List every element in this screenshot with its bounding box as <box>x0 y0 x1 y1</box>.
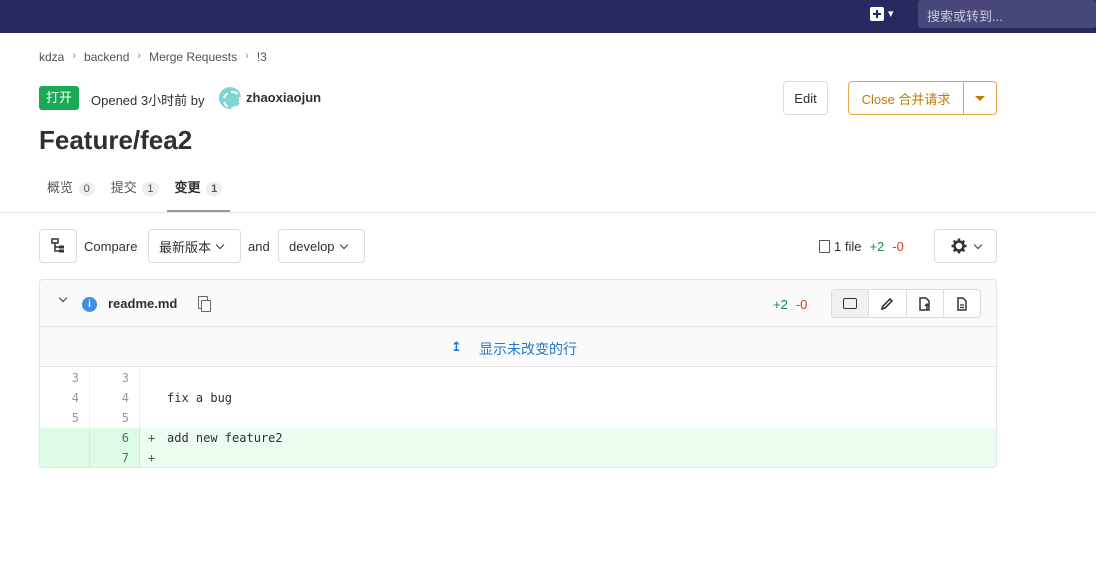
file-upload-icon <box>918 296 930 311</box>
diff-line: 5 5 <box>40 408 996 428</box>
caret-down-icon <box>975 95 985 101</box>
opened-text: Opened 3小时前 by <box>91 93 205 108</box>
new-line-number[interactable]: 3 <box>90 368 140 388</box>
search-input[interactable]: 搜索或转到... <box>918 0 1096 28</box>
author-link[interactable]: zhaoxiaojun <box>246 90 321 105</box>
line-content: fix a bug <box>167 391 233 405</box>
source-version-value: 最新版本 <box>159 239 212 255</box>
added-marker: + <box>148 451 156 465</box>
new-item-icon[interactable] <box>870 7 884 21</box>
comment-icon <box>843 298 858 309</box>
new-line-number[interactable]: 7 <box>90 448 140 467</box>
new-line-number[interactable]: 5 <box>90 408 140 428</box>
page-title: Feature/fea2 <box>39 125 193 155</box>
target-branch-dropdown[interactable]: develop <box>278 229 365 263</box>
info-icon: i <box>82 297 97 312</box>
tabs-divider <box>0 212 1096 213</box>
file-icon <box>819 240 830 253</box>
compare-label: Compare <box>84 239 138 254</box>
old-line-number[interactable]: 3 <box>40 368 90 388</box>
diff-file-header: i readme.md +2 -0 <box>40 280 996 327</box>
gear-icon <box>951 238 966 254</box>
breadcrumb-item[interactable]: !3 <box>257 50 267 64</box>
expand-up-icon: ↥ <box>451 339 462 354</box>
toggle-comments-button[interactable] <box>832 290 870 317</box>
chevron-right-icon: › <box>245 50 249 62</box>
tab-label: 概览 <box>47 180 74 195</box>
pencil-icon <box>881 297 894 310</box>
breadcrumb-item[interactable]: Merge Requests <box>149 50 237 64</box>
tab-overview[interactable]: 概览 0 <box>39 172 103 212</box>
target-branch-value: develop <box>289 238 335 254</box>
expand-unchanged-lines[interactable]: ↥ 显示未改变的行 <box>40 327 996 367</box>
tab-label: 提交 <box>110 180 137 195</box>
file-additions: +2 <box>773 297 788 312</box>
file-count[interactable]: 1 file <box>819 239 861 254</box>
old-line-number[interactable]: 4 <box>40 388 90 408</box>
file-tree-icon <box>51 238 64 253</box>
diff-line-added: 7 + <box>40 448 996 467</box>
source-version-dropdown[interactable]: 最新版本 <box>148 229 241 263</box>
file-diff-stats: +2 -0 <box>773 297 807 312</box>
deletions-count: -0 <box>892 239 904 254</box>
diff-filename[interactable]: readme.md <box>108 296 177 311</box>
old-line-number[interactable] <box>40 448 90 467</box>
diff-file: i readme.md +2 -0 ↥ 显示未改变的行 3 3 4 4 fix … <box>39 279 997 468</box>
new-line-number[interactable]: 4 <box>90 388 140 408</box>
tab-commits[interactable]: 提交 1 <box>103 172 167 212</box>
avatar[interactable] <box>219 87 241 109</box>
diff-line: 3 3 <box>40 368 996 388</box>
diff-line: 4 4 fix a bug <box>40 388 996 408</box>
file-deletions: -0 <box>795 297 808 312</box>
status-badge: 打开 <box>39 86 80 110</box>
additions-count: +2 <box>869 239 885 254</box>
chevron-down-icon <box>215 240 225 249</box>
close-dropdown-button[interactable] <box>963 81 997 115</box>
diff-stats: 1 file +2 -0 <box>819 239 904 254</box>
chevron-down-icon <box>973 240 982 249</box>
edit-button[interactable]: Edit <box>783 81 828 115</box>
tab-label: 变更 <box>174 180 201 195</box>
tab-count: 1 <box>206 182 223 196</box>
diff-line-added: 6 + add new feature2 <box>40 428 996 448</box>
line-content: add new feature2 <box>167 431 283 445</box>
file-actions <box>831 289 981 318</box>
close-merge-request-button[interactable]: Close 合并请求 <box>848 81 964 115</box>
and-label: and <box>248 239 270 254</box>
file-count-text: 1 file <box>834 239 862 254</box>
old-line-number[interactable]: 5 <box>40 408 90 428</box>
document-icon <box>957 296 967 311</box>
view-file-button[interactable] <box>907 290 944 317</box>
mr-tabs: 概览 0 提交 1 变更 1 <box>39 172 231 212</box>
breadcrumb-item[interactable]: kdza <box>39 50 64 64</box>
breadcrumb-item[interactable]: backend <box>84 50 129 64</box>
tab-changes[interactable]: 变更 1 <box>166 172 231 212</box>
file-tree-toggle-button[interactable] <box>39 229 77 263</box>
added-marker: + <box>148 431 156 445</box>
top-navbar: ▾ 搜索或转到... <box>0 0 1096 33</box>
new-line-number[interactable]: 6 <box>90 428 140 448</box>
breadcrumb: kdza › backend › Merge Requests › !3 <box>39 50 267 64</box>
expand-label: 显示未改变的行 <box>479 341 577 357</box>
tab-count: 0 <box>78 182 95 196</box>
chevron-down-icon[interactable]: ▾ <box>888 7 894 20</box>
chevron-down-icon <box>339 240 348 249</box>
view-raw-button[interactable] <box>944 290 980 317</box>
old-line-number[interactable] <box>40 428 90 448</box>
edit-file-button[interactable] <box>869 290 907 317</box>
chevron-right-icon: › <box>137 50 142 62</box>
collapse-chevron-icon[interactable] <box>58 293 68 303</box>
chevron-right-icon: › <box>72 50 77 62</box>
diff-settings-button[interactable] <box>934 229 997 263</box>
copy-icon[interactable] <box>198 296 211 312</box>
tab-count: 1 <box>142 182 159 196</box>
